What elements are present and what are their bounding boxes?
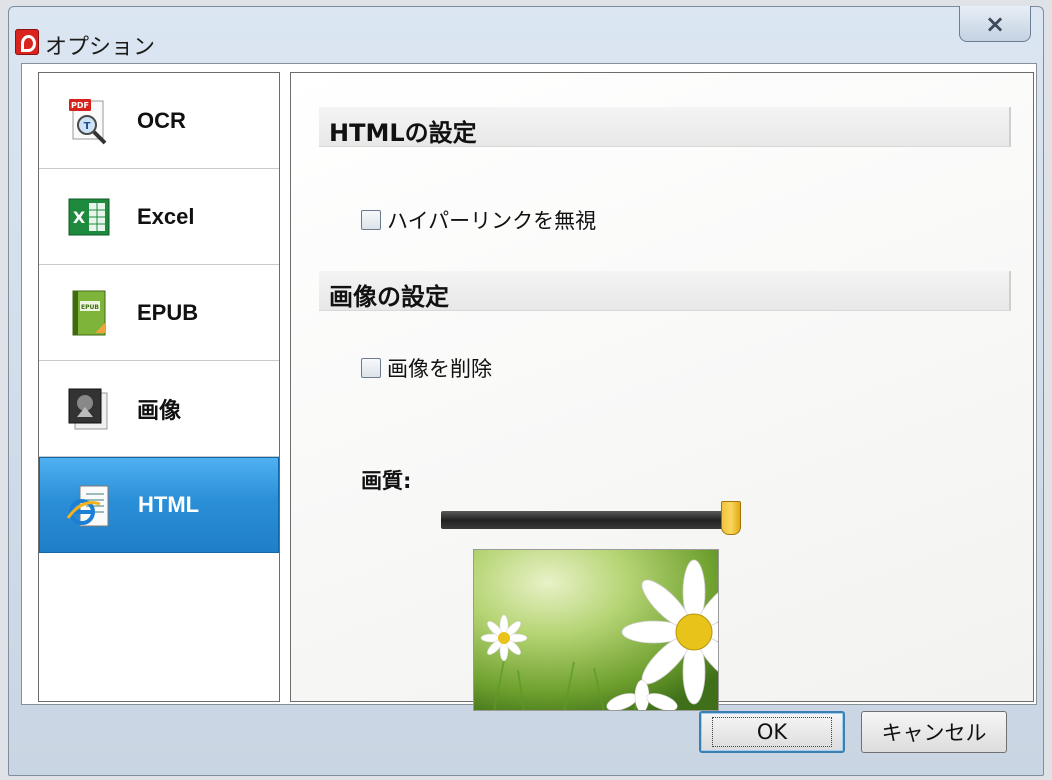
section-title: 画像の設定	[329, 283, 449, 311]
quality-preview-image	[473, 549, 719, 711]
checkbox-label: 画像を削除	[387, 357, 492, 381]
sidebar-item-label: HTML	[138, 492, 200, 517]
image-settings-header: 画像の設定	[319, 271, 1011, 311]
cancel-button[interactable]: キャンセル	[861, 711, 1007, 753]
excel-icon: X	[68, 198, 110, 236]
settings-panel: HTMLの設定 ハイパーリンクを無視 画像の設定 画像を削除 画質:	[290, 72, 1034, 711]
sidebar-item-image[interactable]: 画像	[39, 361, 279, 457]
sidebar: PDF T OCR X Excel EPUB EPUB 画像 HTML	[38, 72, 280, 702]
html-settings-header: HTMLの設定	[319, 107, 1011, 147]
sidebar-item-label: OCR	[137, 107, 186, 133]
sidebar-item-epub[interactable]: EPUB EPUB	[39, 265, 279, 361]
delete-image-checkbox[interactable]	[361, 358, 381, 378]
sidebar-item-label: EPUB	[137, 299, 199, 325]
sidebar-item-html[interactable]: HTML	[39, 457, 279, 553]
checkbox-label: ハイパーリンクを無視	[387, 209, 597, 233]
svg-text:PDF: PDF	[71, 101, 89, 110]
sidebar-item-label: 画像	[137, 397, 182, 423]
options-dialog: オプション × PDF T OCR X Excel EPUB EPUB 画像 H…	[8, 6, 1044, 776]
app-logo-icon	[15, 29, 39, 55]
sidebar-item-ocr[interactable]: PDF T OCR	[39, 73, 279, 169]
quality-slider-thumb[interactable]	[721, 501, 741, 535]
ignore-hyperlink-checkbox[interactable]	[361, 210, 381, 230]
dialog-content: PDF T OCR X Excel EPUB EPUB 画像 HTML HTML…	[21, 63, 1037, 711]
ocr-pdf-icon: PDF T	[69, 99, 107, 145]
ignore-hyperlink-option[interactable]: ハイパーリンクを無視	[361, 205, 596, 235]
quality-label: 画質:	[361, 469, 412, 493]
ok-button[interactable]: OK	[699, 711, 845, 753]
epub-book-icon: EPUB	[72, 290, 106, 336]
sidebar-item-label: Excel	[137, 203, 195, 229]
title-bar[interactable]: オプション ×	[9, 6, 1043, 63]
window-title: オプション	[45, 35, 156, 60]
svg-text:EPUB: EPUB	[81, 304, 99, 311]
svg-text:T: T	[84, 121, 91, 132]
image-icon	[68, 388, 108, 430]
delete-image-option[interactable]: 画像を削除	[361, 353, 492, 383]
daisy-preview-image	[474, 550, 718, 710]
sidebar-item-excel[interactable]: X Excel	[39, 169, 279, 265]
quality-slider-track[interactable]	[441, 511, 741, 529]
svg-text:X: X	[73, 208, 86, 227]
button-label: OK	[711, 717, 833, 747]
close-button[interactable]: ×	[959, 6, 1031, 42]
html-ie-icon	[66, 485, 109, 527]
section-title: HTMLの設定	[329, 119, 477, 147]
